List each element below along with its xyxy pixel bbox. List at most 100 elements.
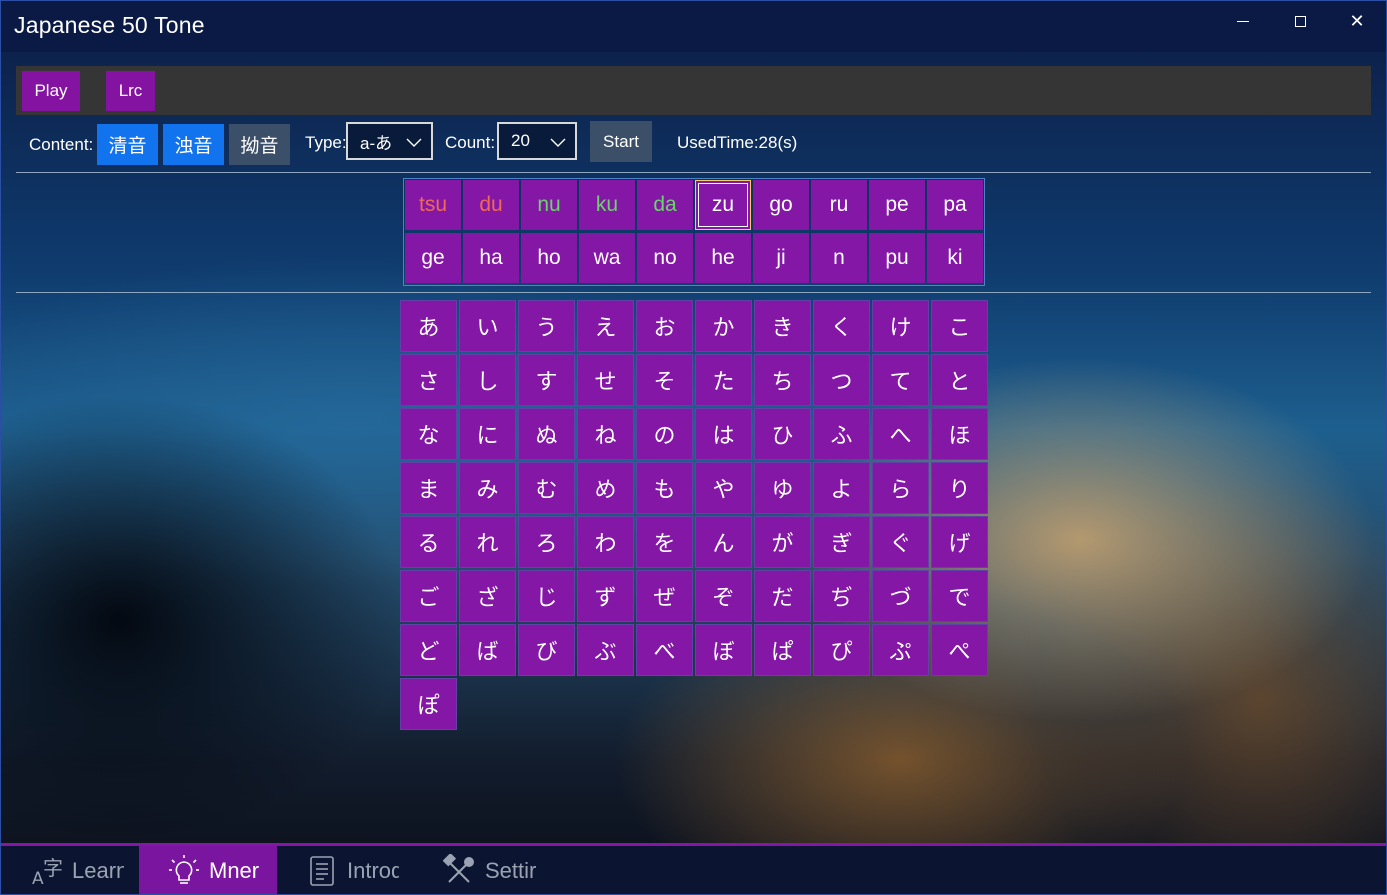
kana-key[interactable]: ぼ [695,624,752,676]
kana-key[interactable]: ち [754,354,811,406]
kana-key[interactable]: ふ [813,408,870,460]
kana-key[interactable]: い [459,300,516,352]
minimize-button[interactable] [1215,0,1271,42]
quiz-cell[interactable]: ji [753,233,809,283]
nav-learn[interactable]: A 字 Learn [2,846,140,895]
kana-key[interactable]: と [931,354,988,406]
quiz-cell[interactable]: ki [927,233,983,283]
close-button[interactable]: ✕ [1329,0,1385,42]
kana-key[interactable]: ぎ [813,516,870,568]
quiz-cell[interactable]: wa [579,233,635,283]
kana-key[interactable]: じ [518,570,575,622]
quiz-cell[interactable]: ru [811,180,867,230]
kana-key[interactable]: ご [400,570,457,622]
kana-key[interactable]: に [459,408,516,460]
type-select[interactable]: a-あ [346,122,433,160]
kana-key[interactable]: ば [459,624,516,676]
quiz-cell[interactable]: pa [927,180,983,230]
content-chip-seion[interactable]: 清音 [97,124,158,165]
kana-key[interactable]: へ [872,408,929,460]
kana-key[interactable]: も [636,462,693,514]
kana-key[interactable]: す [518,354,575,406]
kana-key[interactable]: ら [872,462,929,514]
kana-key[interactable]: み [459,462,516,514]
quiz-cell[interactable]: zu [695,180,751,230]
quiz-cell[interactable]: tsu [405,180,461,230]
lrc-button[interactable]: Lrc [106,71,155,111]
kana-key[interactable]: か [695,300,752,352]
kana-key[interactable]: る [400,516,457,568]
kana-key[interactable]: ゆ [754,462,811,514]
kana-key[interactable]: わ [577,516,634,568]
kana-key[interactable]: づ [872,570,929,622]
kana-key[interactable]: ほ [931,408,988,460]
kana-key[interactable]: よ [813,462,870,514]
kana-key[interactable]: り [931,462,988,514]
kana-key[interactable]: ま [400,462,457,514]
kana-key[interactable]: ぐ [872,516,929,568]
kana-key[interactable]: た [695,354,752,406]
kana-key[interactable]: の [636,408,693,460]
quiz-cell[interactable]: ha [463,233,519,283]
quiz-cell[interactable]: he [695,233,751,283]
kana-key[interactable]: ぜ [636,570,693,622]
kana-key[interactable]: ぶ [577,624,634,676]
kana-key[interactable]: し [459,354,516,406]
kana-key[interactable]: ぱ [754,624,811,676]
kana-key[interactable]: ん [695,516,752,568]
kana-key[interactable]: け [872,300,929,352]
kana-key[interactable]: や [695,462,752,514]
quiz-cell[interactable]: no [637,233,693,283]
kana-key[interactable]: な [400,408,457,460]
kana-key[interactable]: こ [931,300,988,352]
kana-key[interactable]: ず [577,570,634,622]
count-select[interactable]: 20 [497,122,577,160]
content-chip-dakuon[interactable]: 浊音 [163,124,224,165]
kana-key[interactable]: ぢ [813,570,870,622]
kana-key[interactable]: ぽ [400,678,457,730]
kana-key[interactable]: さ [400,354,457,406]
kana-key[interactable]: き [754,300,811,352]
quiz-cell[interactable]: pu [869,233,925,283]
kana-key[interactable]: は [695,408,752,460]
kana-key[interactable]: れ [459,516,516,568]
kana-key[interactable]: め [577,462,634,514]
nav-mner[interactable]: Mner [139,846,277,895]
kana-key[interactable]: び [518,624,575,676]
kana-key[interactable]: あ [400,300,457,352]
kana-key[interactable]: せ [577,354,634,406]
nav-introduction[interactable]: Introd [277,846,415,895]
start-button[interactable]: Start [590,121,652,162]
kana-key[interactable]: く [813,300,870,352]
quiz-cell[interactable]: ho [521,233,577,283]
kana-key[interactable]: ぺ [931,624,988,676]
kana-key[interactable]: ざ [459,570,516,622]
nav-settings[interactable]: Settir [415,846,553,895]
kana-key[interactable]: べ [636,624,693,676]
quiz-cell[interactable]: n [811,233,867,283]
quiz-cell[interactable]: go [753,180,809,230]
quiz-cell[interactable]: ku [579,180,635,230]
maximize-button[interactable] [1272,0,1328,42]
kana-key[interactable]: げ [931,516,988,568]
kana-key[interactable]: ぞ [695,570,752,622]
kana-key[interactable]: が [754,516,811,568]
kana-key[interactable]: で [931,570,988,622]
quiz-cell[interactable]: da [637,180,693,230]
quiz-cell[interactable]: pe [869,180,925,230]
kana-key[interactable]: お [636,300,693,352]
kana-key[interactable]: ぷ [872,624,929,676]
kana-key[interactable]: て [872,354,929,406]
kana-key[interactable]: を [636,516,693,568]
kana-key[interactable]: だ [754,570,811,622]
kana-key[interactable]: つ [813,354,870,406]
kana-key[interactable]: ろ [518,516,575,568]
quiz-cell[interactable]: ge [405,233,461,283]
content-chip-youon[interactable]: 拗音 [229,124,290,165]
kana-key[interactable]: ひ [754,408,811,460]
play-button[interactable]: Play [22,71,80,111]
quiz-cell[interactable]: nu [521,180,577,230]
kana-key[interactable]: む [518,462,575,514]
kana-key[interactable]: そ [636,354,693,406]
quiz-cell[interactable]: du [463,180,519,230]
